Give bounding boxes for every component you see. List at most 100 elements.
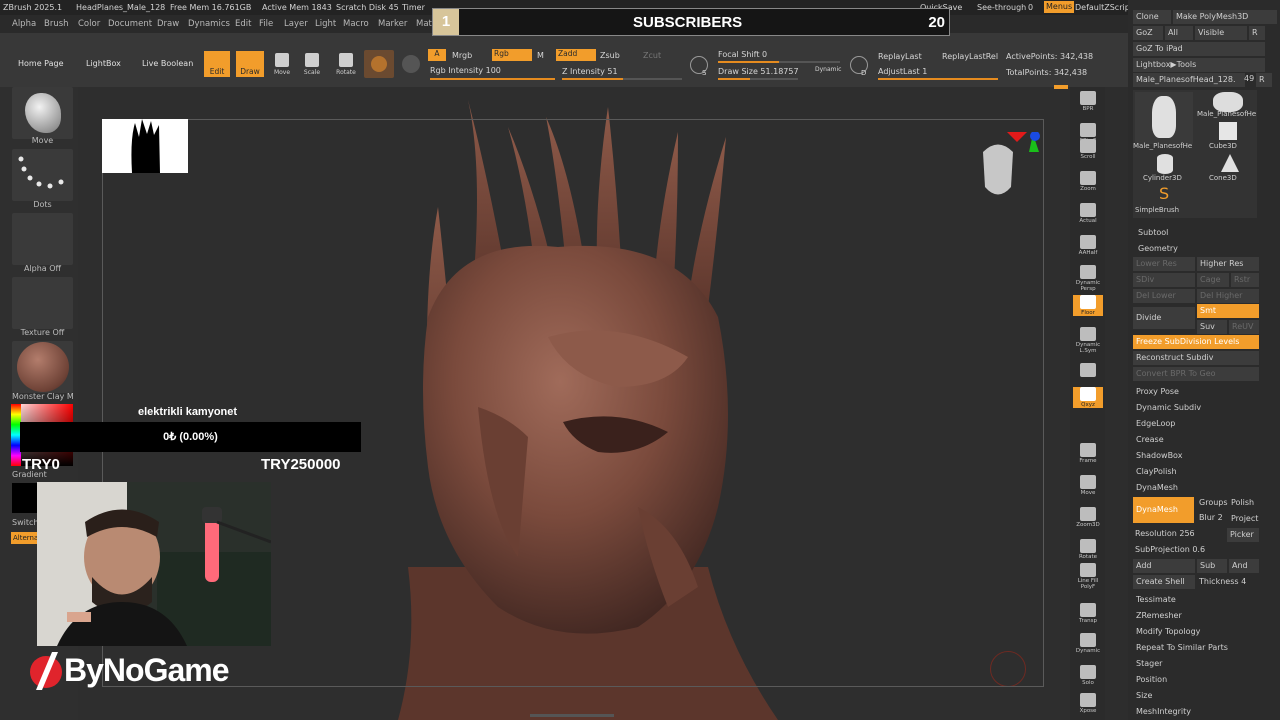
shelf-polyf-button[interactable]: Line Fill PolyF xyxy=(1073,563,1103,590)
divide-button[interactable]: Divide xyxy=(1133,307,1195,329)
material-swatch[interactable] xyxy=(364,50,394,78)
clone-button[interactable]: Clone xyxy=(1133,10,1171,24)
replay-last-button[interactable]: ReplayLast xyxy=(878,52,922,61)
reconstruct-subdiv-button[interactable]: Reconstruct Subdiv xyxy=(1133,351,1259,365)
add-button[interactable]: Add xyxy=(1133,559,1195,573)
blur-slider[interactable]: Blur 2 xyxy=(1199,513,1223,522)
all-button[interactable]: All xyxy=(1165,26,1193,40)
menu-layer[interactable]: Layer xyxy=(284,19,308,29)
project-toggle[interactable]: Project xyxy=(1231,514,1258,523)
freeze-subdivision-button[interactable]: Freeze SubDivision Levels xyxy=(1133,335,1259,349)
cylinder-icon[interactable] xyxy=(1157,154,1173,174)
alpha-thumbnail[interactable] xyxy=(12,213,73,265)
geometry-header[interactable]: Geometry xyxy=(1138,244,1178,253)
shelf-zoom3d-button[interactable]: Zoom3D xyxy=(1073,507,1103,528)
male-thumb[interactable] xyxy=(1135,92,1193,144)
menu-color[interactable]: Color xyxy=(78,19,100,29)
del-lower-button[interactable]: Del Lower xyxy=(1133,289,1195,303)
shelf-bpr-button[interactable]: BPR xyxy=(1073,91,1103,112)
focal-shift-slider[interactable]: Focal Shift 0 xyxy=(718,50,767,59)
menu-brush[interactable]: Brush xyxy=(44,19,69,29)
canvas-scrollbar[interactable] xyxy=(530,714,614,717)
shelf-move-button[interactable]: Move xyxy=(1073,475,1103,496)
subtool-header[interactable]: Subtool xyxy=(1138,228,1168,237)
menu-light[interactable]: Light xyxy=(315,19,336,29)
shelf-floor-button[interactable]: Floor xyxy=(1073,295,1103,316)
adjust-last-slider[interactable]: AdjustLast 1 xyxy=(878,67,927,76)
dynamesh-button[interactable]: DynaMesh xyxy=(1133,497,1194,523)
home-page-button[interactable]: Home Page xyxy=(18,59,64,68)
shelf-xpose-button[interactable]: Xpose xyxy=(1073,693,1103,714)
cone-icon[interactable] xyxy=(1221,154,1239,172)
lightbox-tools-button[interactable]: Lightbox▶Tools xyxy=(1133,58,1265,72)
shelf-ghost-button[interactable]: Dynamic xyxy=(1073,633,1103,654)
menu-alpha[interactable]: Alpha xyxy=(12,19,36,29)
zremesher-header[interactable]: ZRemesher xyxy=(1136,611,1182,620)
move-button[interactable]: Move xyxy=(270,51,294,81)
r-button-2[interactable]: R xyxy=(1256,73,1272,87)
crease-header[interactable]: Crease xyxy=(1136,435,1164,444)
menu-draw[interactable]: Draw xyxy=(157,19,179,29)
current-tool[interactable]: Male_PlanesofHead_128. xyxy=(1133,73,1245,87)
rstr-button[interactable]: Rstr xyxy=(1231,273,1259,287)
brush-thumbnail[interactable] xyxy=(12,87,73,139)
and-button[interactable]: And xyxy=(1229,559,1259,573)
stroke-thumbnail[interactable] xyxy=(12,149,73,201)
shelf-aahalf-button[interactable]: AAHalf xyxy=(1073,235,1103,256)
focal-shift-track[interactable] xyxy=(718,61,840,63)
z-intensity-slider[interactable]: Z Intensity 51 xyxy=(562,67,618,76)
alternate-button[interactable]: Alternate xyxy=(11,532,39,544)
groups-toggle[interactable]: Groups xyxy=(1199,498,1228,507)
shelf-lock-button[interactable] xyxy=(1073,363,1103,378)
shelf-zoom-button[interactable]: Zoom xyxy=(1073,171,1103,192)
suv-toggle[interactable]: Suv xyxy=(1197,320,1227,334)
simplebrush-icon[interactable]: S xyxy=(1159,186,1175,202)
picker-button[interactable]: Picker xyxy=(1227,528,1259,542)
zcut-button[interactable]: Zcut xyxy=(643,51,661,60)
del-higher-button[interactable]: Del Higher xyxy=(1197,289,1259,303)
mrgb-button[interactable]: Mrgb xyxy=(452,51,472,60)
draw-button[interactable]: Draw xyxy=(236,51,264,77)
shelf-solo-button[interactable]: Solo xyxy=(1073,665,1103,686)
male-thumb-2[interactable] xyxy=(1213,92,1243,112)
shelf-frame-button[interactable]: Frame xyxy=(1073,443,1103,464)
edgeloop-header[interactable]: EdgeLoop xyxy=(1136,419,1175,428)
menu-file[interactable]: File xyxy=(259,19,273,29)
main-color-swatch[interactable] xyxy=(12,483,38,513)
rotate-button[interactable]: Rotate xyxy=(334,51,358,81)
create-shell-button[interactable]: Create Shell xyxy=(1133,575,1195,589)
rgb-intensity-slider[interactable]: Rgb Intensity 100 xyxy=(430,66,501,75)
cube-icon[interactable] xyxy=(1219,122,1237,140)
cage-button[interactable]: Cage xyxy=(1197,273,1229,287)
dynamesh-header[interactable]: DynaMesh xyxy=(1136,483,1178,492)
menu-macro[interactable]: Macro xyxy=(343,19,369,29)
z-intensity-track[interactable] xyxy=(562,78,682,80)
replay-last-rel-button[interactable]: ReplayLastRel xyxy=(942,52,998,61)
stager-header[interactable]: Stager xyxy=(1136,659,1162,668)
texture-thumbnail[interactable] xyxy=(12,277,73,329)
resolution-slider[interactable]: Resolution 256 xyxy=(1135,529,1195,538)
rgb-intensity-track[interactable] xyxy=(430,78,555,80)
shelf-transp-button[interactable]: Transp xyxy=(1073,603,1103,624)
r-button[interactable]: R xyxy=(1249,26,1265,40)
subprojection-slider[interactable]: SubProjection 0.6 xyxy=(1135,545,1205,554)
draw-size-slider[interactable]: Draw Size 51.18757 xyxy=(718,67,799,76)
shelf-scroll-button[interactable]: Scroll xyxy=(1073,139,1103,160)
polish-toggle[interactable]: Polish xyxy=(1231,498,1254,507)
dynamic-subdiv-header[interactable]: Dynamic Subdiv xyxy=(1136,403,1201,412)
shelf-persp-button[interactable]: Dynamic Persp xyxy=(1073,265,1103,292)
edit-button[interactable]: Edit xyxy=(204,51,230,77)
menu-mat[interactable]: Mat xyxy=(416,19,432,29)
goz-button[interactable]: GoZ xyxy=(1133,26,1163,40)
menu-document[interactable]: Document xyxy=(108,19,152,29)
thickness-slider[interactable]: Thickness 4 xyxy=(1199,577,1246,586)
default-zscript[interactable]: DefaultZScript xyxy=(1075,3,1130,12)
color-sphere-icon[interactable] xyxy=(402,55,420,73)
menus-button[interactable]: Menus xyxy=(1044,1,1075,13)
smt-toggle[interactable]: Smt xyxy=(1197,304,1259,318)
sdiv-slider[interactable]: SDiv xyxy=(1133,273,1195,287)
shadowbox-header[interactable]: ShadowBox xyxy=(1136,451,1182,460)
menu-dynamics[interactable]: Dynamics xyxy=(188,19,230,29)
shelf-rotate-button[interactable]: Rotate xyxy=(1073,539,1103,560)
sub-button[interactable]: Sub xyxy=(1197,559,1227,573)
